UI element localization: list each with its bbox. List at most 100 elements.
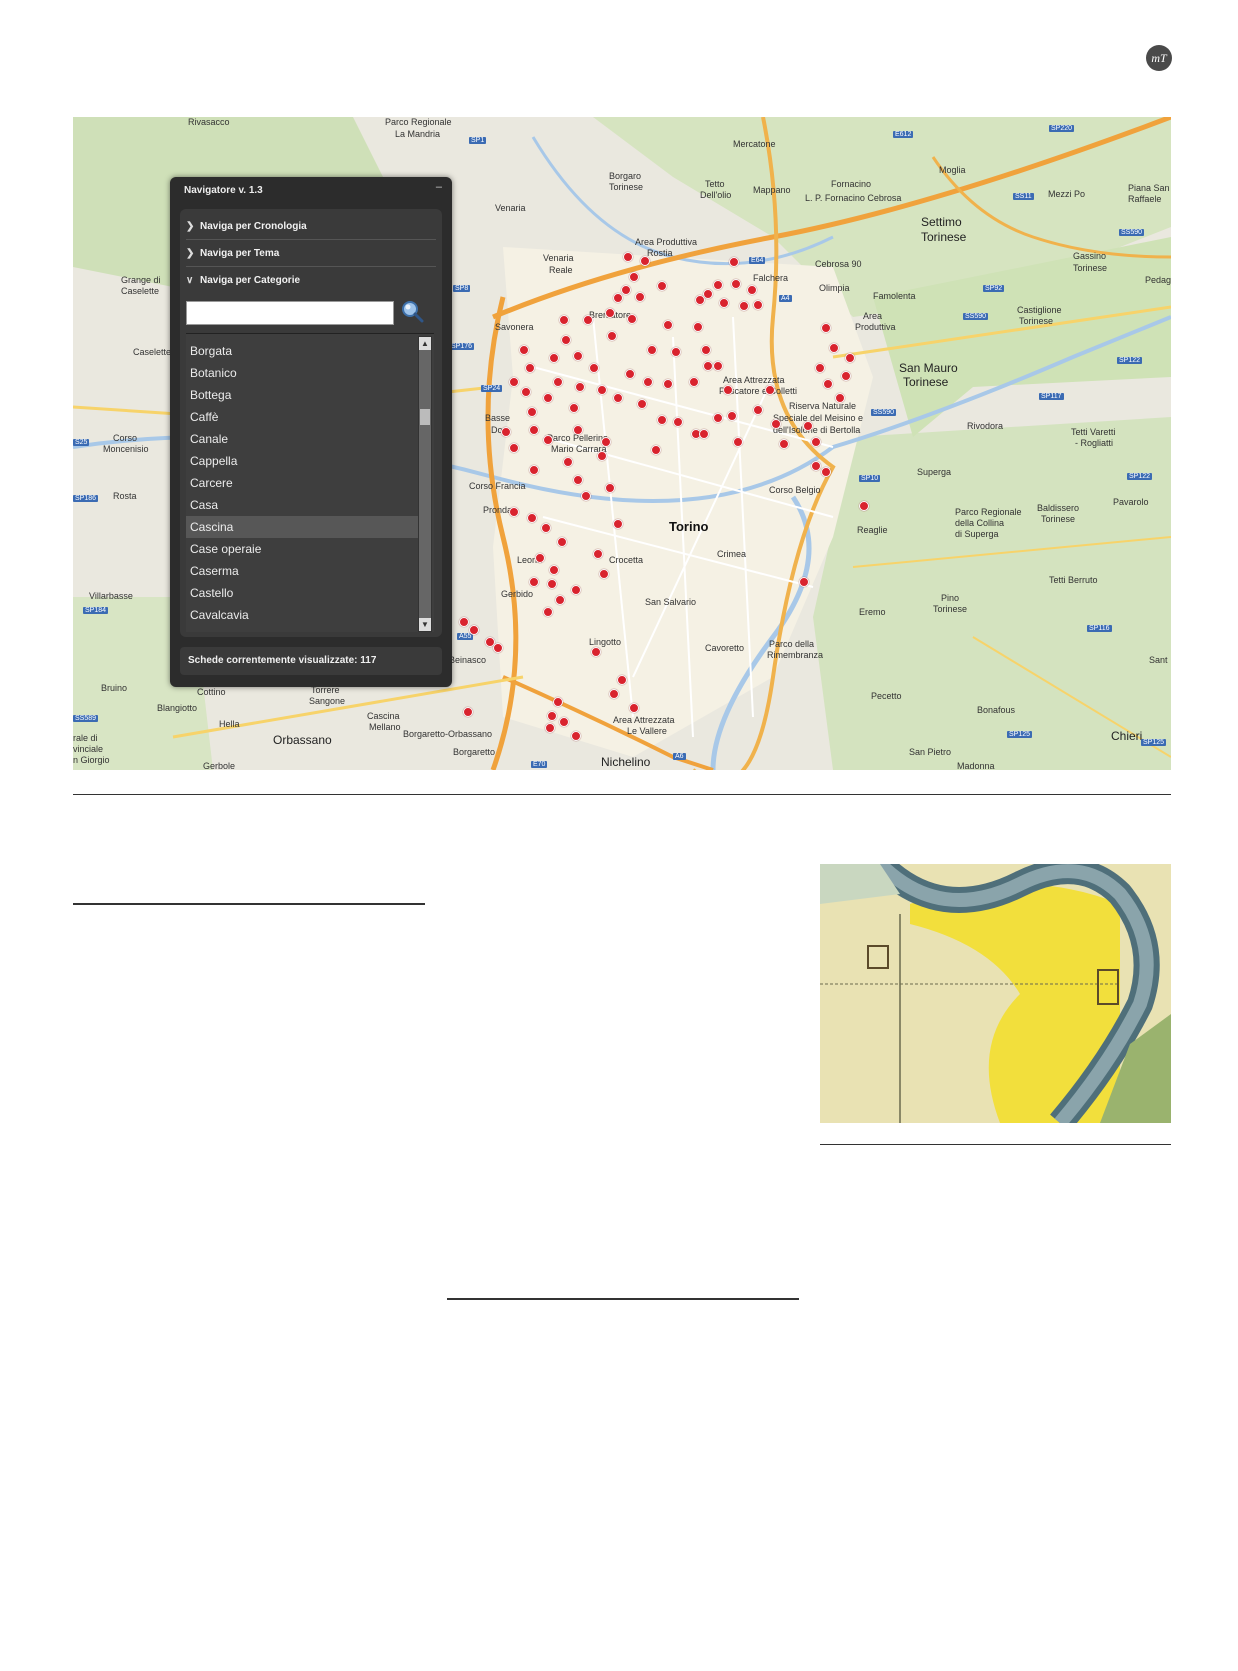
map-marker[interactable] [821, 467, 831, 477]
map-marker[interactable] [627, 314, 637, 324]
map-marker[interactable] [799, 577, 809, 587]
list-item[interactable]: Carcere [186, 472, 420, 494]
map-marker[interactable] [663, 320, 673, 330]
map-marker[interactable] [739, 301, 749, 311]
map-marker[interactable] [573, 425, 583, 435]
map-marker[interactable] [729, 257, 739, 267]
map-marker[interactable] [571, 585, 581, 595]
map-marker[interactable] [823, 379, 833, 389]
map-marker[interactable] [617, 675, 627, 685]
scroll-down-arrow-icon[interactable]: ▼ [419, 618, 431, 631]
map-marker[interactable] [601, 437, 611, 447]
map-marker[interactable] [543, 393, 553, 403]
map-marker[interactable] [561, 335, 571, 345]
map-marker[interactable] [573, 351, 583, 361]
map-marker[interactable] [529, 577, 539, 587]
scroll-thumb[interactable] [420, 409, 430, 425]
list-item[interactable]: Case operaie [186, 538, 420, 560]
map-marker[interactable] [811, 437, 821, 447]
map-marker[interactable] [689, 377, 699, 387]
list-item[interactable]: Cappella [186, 450, 420, 472]
map-marker[interactable] [835, 393, 845, 403]
map-marker[interactable] [713, 280, 723, 290]
map-marker[interactable] [765, 385, 775, 395]
map-marker[interactable] [841, 371, 851, 381]
map-marker[interactable] [753, 405, 763, 415]
map-marker[interactable] [701, 345, 711, 355]
list-item[interactable]: Cavalcavia [186, 604, 420, 626]
scroll-up-arrow-icon[interactable]: ▲ [419, 337, 431, 350]
map-marker[interactable] [625, 369, 635, 379]
section-cronologia[interactable]: ❯ Naviga per Cronologia [186, 215, 436, 240]
map-marker[interactable] [573, 475, 583, 485]
map-marker[interactable] [569, 403, 579, 413]
map-marker[interactable] [657, 281, 667, 291]
map-marker[interactable] [571, 731, 581, 741]
map-marker[interactable] [529, 425, 539, 435]
map-marker[interactable] [501, 427, 511, 437]
map-marker[interactable] [591, 647, 601, 657]
map-marker[interactable] [529, 465, 539, 475]
list-item[interactable]: Bottega [186, 384, 420, 406]
map-marker[interactable] [811, 461, 821, 471]
map-marker[interactable] [771, 419, 781, 429]
map-marker[interactable] [597, 385, 607, 395]
map-marker[interactable] [623, 252, 633, 262]
map-marker[interactable] [545, 723, 555, 733]
list-item-selected[interactable]: Cascina [186, 516, 420, 538]
list-item[interactable]: Canale [186, 428, 420, 450]
map-marker[interactable] [459, 617, 469, 627]
map-marker[interactable] [543, 607, 553, 617]
list-item[interactable]: Borgata [186, 340, 420, 362]
map-marker[interactable] [547, 579, 557, 589]
map-marker[interactable] [621, 285, 631, 295]
map-marker[interactable] [549, 353, 559, 363]
map-marker[interactable] [613, 519, 623, 529]
map-marker[interactable] [723, 385, 733, 395]
map-marker[interactable] [605, 308, 615, 318]
map-marker[interactable] [609, 689, 619, 699]
map-marker[interactable] [527, 407, 537, 417]
map-marker[interactable] [547, 711, 557, 721]
map-marker[interactable] [493, 643, 503, 653]
map-marker[interactable] [629, 272, 639, 282]
map-marker[interactable] [815, 363, 825, 373]
list-item[interactable]: Botanico [186, 362, 420, 384]
map-marker[interactable] [509, 377, 519, 387]
map-marker[interactable] [731, 279, 741, 289]
map-marker[interactable] [673, 417, 683, 427]
map-marker[interactable] [651, 445, 661, 455]
map-marker[interactable] [509, 443, 519, 453]
map-marker[interactable] [803, 421, 813, 431]
map-marker[interactable] [549, 565, 559, 575]
map-marker[interactable] [821, 323, 831, 333]
map-marker[interactable] [575, 382, 585, 392]
map-marker[interactable] [469, 625, 479, 635]
map-marker[interactable] [509, 507, 519, 517]
map-marker[interactable] [593, 549, 603, 559]
map-marker[interactable] [535, 553, 545, 563]
map-marker[interactable] [519, 345, 529, 355]
list-scrollbar[interactable]: ▲ ▼ [418, 336, 432, 632]
map-marker[interactable] [703, 361, 713, 371]
map-marker[interactable] [647, 345, 657, 355]
map-marker[interactable] [671, 347, 681, 357]
list-item[interactable]: Castello [186, 582, 420, 604]
map-marker[interactable] [583, 315, 593, 325]
list-item[interactable]: Casa [186, 494, 420, 516]
map-marker[interactable] [613, 293, 623, 303]
map-marker[interactable] [559, 717, 569, 727]
minimize-button[interactable]: – [436, 181, 442, 193]
section-categorie[interactable]: ∨ Naviga per Categorie [186, 269, 436, 293]
map-marker[interactable] [527, 513, 537, 523]
map-marker[interactable] [643, 377, 653, 387]
list-item[interactable]: Caffè [186, 406, 420, 428]
map-marker[interactable] [859, 501, 869, 511]
map-marker[interactable] [829, 343, 839, 353]
map-marker[interactable] [693, 322, 703, 332]
map-marker[interactable] [563, 457, 573, 467]
section-tema[interactable]: ❯ Naviga per Tema [186, 242, 436, 267]
map-marker[interactable] [640, 256, 650, 266]
map-marker[interactable] [541, 523, 551, 533]
map-marker[interactable] [607, 331, 617, 341]
